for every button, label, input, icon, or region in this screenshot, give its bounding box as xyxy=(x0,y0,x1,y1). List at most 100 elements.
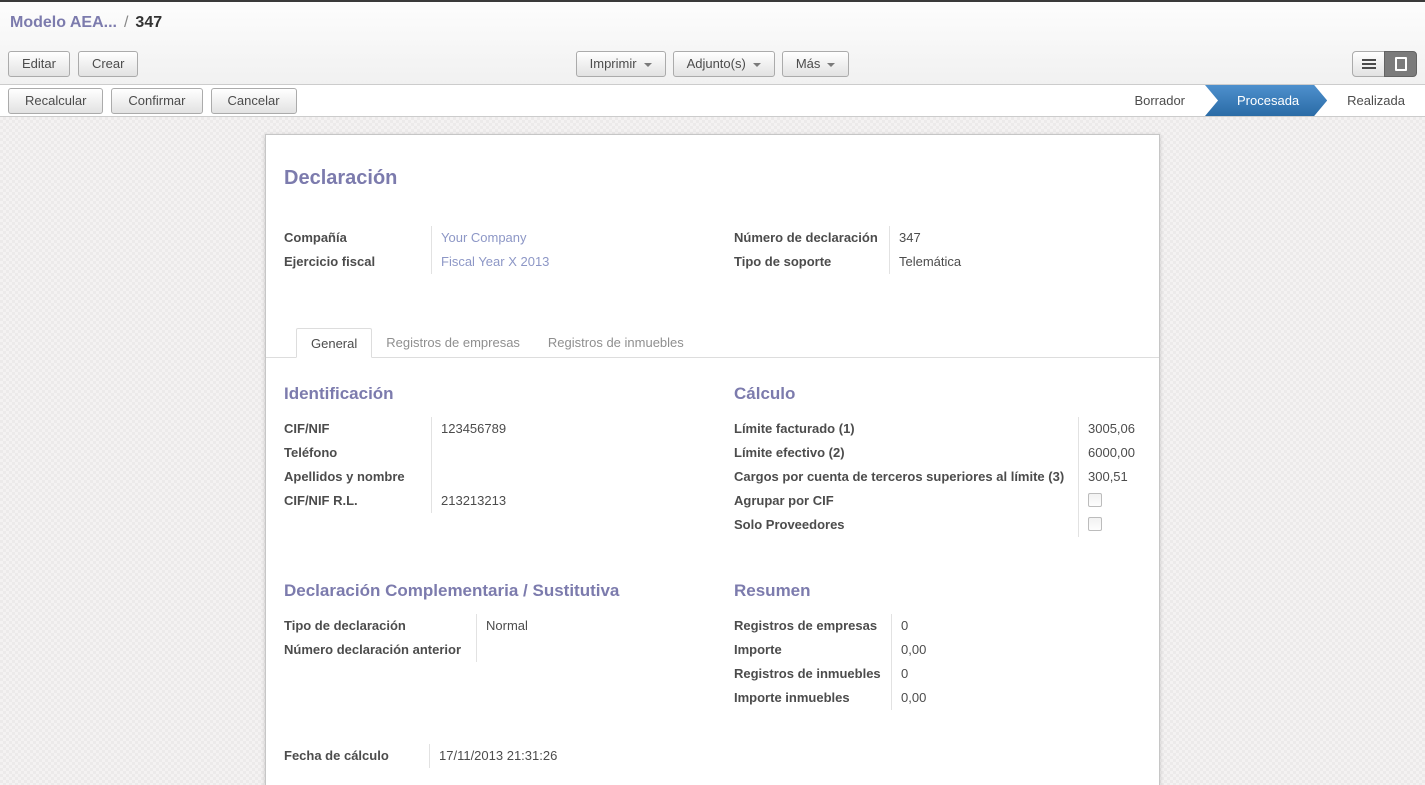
limite-efectivo-label: Límite efectivo (2) xyxy=(734,441,1078,465)
numero-anterior-label: Número declaración anterior xyxy=(284,638,476,662)
status-steps: Borrador Procesada Realizada xyxy=(1117,85,1422,116)
fiscal-year-label: Ejercicio fiscal xyxy=(284,250,431,274)
registros-inmuebles-value: 0 xyxy=(891,662,1145,686)
form-statusbar: Recalcular Confirmar Cancelar Borrador P… xyxy=(0,84,1425,117)
declaration-number-label: Número de declaración xyxy=(734,226,889,250)
cif-nif-value: 123456789 xyxy=(431,417,716,441)
tipo-declaracion-label: Tipo de declaración xyxy=(284,614,476,638)
cancel-button[interactable]: Cancelar xyxy=(211,88,297,114)
importe-value: 0,00 xyxy=(891,638,1145,662)
apellidos-nombre-value xyxy=(431,465,716,489)
importe-inmuebles-value: 0,00 xyxy=(891,686,1145,710)
support-type-label: Tipo de soporte xyxy=(734,250,889,274)
breadcrumb-separator: / xyxy=(124,14,128,32)
record-actions: Editar Crear xyxy=(8,51,576,77)
field-row-company: Compañía Your Company xyxy=(284,226,716,250)
field-row-support-type: Tipo de soporte Telemática xyxy=(734,250,1145,274)
status-step-realizada: Realizada xyxy=(1330,85,1422,116)
support-type-value: Telemática xyxy=(889,250,1145,274)
status-step-borrador: Borrador xyxy=(1117,85,1202,116)
actions-row: Editar Crear Imprimir Adjunto(s) Más xyxy=(0,44,1425,84)
form-view-button[interactable] xyxy=(1384,51,1417,77)
breadcrumb: Modelo AEA... / 347 xyxy=(0,2,1425,44)
field-row-registros-empresas: Registros de empresas 0 xyxy=(734,614,1145,638)
field-row-telefono: Teléfono xyxy=(284,441,716,465)
declaration-number-value: 347 xyxy=(889,226,1145,250)
field-row-registros-inmuebles: Registros de inmuebles 0 xyxy=(734,662,1145,686)
attachments-dropdown-button[interactable]: Adjunto(s) xyxy=(673,51,775,77)
cif-nif-rl-label: CIF/NIF R.L. xyxy=(284,489,431,513)
field-row-fiscal-year: Ejercicio fiscal Fiscal Year X 2013 xyxy=(284,250,716,274)
complementaria-title: Declaración Complementaria / Sustitutiva xyxy=(284,581,716,601)
importe-label: Importe xyxy=(734,638,891,662)
cif-nif-label: CIF/NIF xyxy=(284,417,431,441)
content-area: Declaración Compañía Your Company Ejerci… xyxy=(0,117,1425,785)
confirm-button[interactable]: Confirmar xyxy=(111,88,202,114)
more-dropdown-button[interactable]: Más xyxy=(782,51,850,77)
numero-anterior-value xyxy=(476,638,716,662)
chevron-down-icon xyxy=(644,63,652,67)
field-row-importe-inmuebles: Importe inmuebles 0,00 xyxy=(734,686,1145,710)
field-row-agrupar-por-cif: Agrupar por CIF xyxy=(734,489,1145,513)
importe-inmuebles-label: Importe inmuebles xyxy=(734,686,891,710)
limite-efectivo-value: 6000,00 xyxy=(1078,441,1145,465)
form-sheet: Declaración Compañía Your Company Ejerci… xyxy=(265,134,1160,785)
workflow-buttons: Recalcular Confirmar Cancelar xyxy=(8,88,297,114)
registros-empresas-value: 0 xyxy=(891,614,1145,638)
limite-facturado-label: Límite facturado (1) xyxy=(734,417,1078,441)
agrupar-por-cif-cell xyxy=(1078,489,1145,513)
screen: Modelo AEA... / 347 Editar Crear Imprimi… xyxy=(0,0,1425,785)
top-field-groups: Compañía Your Company Ejercicio fiscal F… xyxy=(284,226,1143,274)
list-view-button[interactable] xyxy=(1352,51,1385,77)
section-complementaria: Declaración Complementaria / Sustitutiva… xyxy=(284,581,716,662)
print-label: Imprimir xyxy=(590,56,637,71)
tab-registros-de-empresas[interactable]: Registros de empresas xyxy=(372,328,534,358)
form-icon xyxy=(1395,57,1407,71)
section-identificacion: Identificación CIF/NIF 123456789 Teléfon… xyxy=(284,384,716,513)
field-row-limite-efectivo: Límite efectivo (2) 6000,00 xyxy=(734,441,1145,465)
cargos-terceros-label: Cargos por cuenta de terceros superiores… xyxy=(734,465,1078,489)
notebook: General Registros de empresas Registros … xyxy=(284,328,1143,358)
sheet-title: Declaración xyxy=(284,167,1143,190)
tab-general[interactable]: General xyxy=(296,328,372,358)
field-row-cif-nif-rl: CIF/NIF R.L. 213213213 xyxy=(284,489,716,513)
field-row-limite-facturado: Límite facturado (1) 3005,06 xyxy=(734,417,1145,441)
limite-facturado-value: 3005,06 xyxy=(1078,417,1145,441)
field-row-solo-proveedores: Solo Proveedores xyxy=(734,513,1145,537)
agrupar-por-cif-checkbox[interactable] xyxy=(1088,493,1102,507)
tab-page-general: Identificación CIF/NIF 123456789 Teléfon… xyxy=(284,384,1143,710)
solo-proveedores-label: Solo Proveedores xyxy=(734,513,1078,537)
fiscal-year-value-link[interactable]: Fiscal Year X 2013 xyxy=(431,250,716,274)
tab-registros-de-inmuebles[interactable]: Registros de inmuebles xyxy=(534,328,698,358)
chevron-down-icon xyxy=(753,63,761,67)
solo-proveedores-checkbox[interactable] xyxy=(1088,517,1102,531)
field-row-cif-nif: CIF/NIF 123456789 xyxy=(284,417,716,441)
field-row-numero-anterior: Número declaración anterior xyxy=(284,638,716,662)
company-label: Compañía xyxy=(284,226,431,250)
field-row-apellidos-nombre: Apellidos y nombre xyxy=(284,465,716,489)
tipo-declaracion-value: Normal xyxy=(476,614,716,638)
more-label: Más xyxy=(796,56,821,71)
list-icon xyxy=(1362,59,1376,69)
fecha-calculo-value: 17/11/2013 21:31:26 xyxy=(429,744,716,768)
field-row-fecha-calculo: Fecha de cálculo 17/11/2013 21:31:26 xyxy=(284,744,716,768)
create-button[interactable]: Crear xyxy=(78,51,139,77)
agrupar-por-cif-label: Agrupar por CIF xyxy=(734,489,1078,513)
chevron-down-icon xyxy=(827,63,835,67)
breadcrumb-current: 347 xyxy=(135,14,162,32)
company-value-link[interactable]: Your Company xyxy=(431,226,716,250)
field-row-importe: Importe 0,00 xyxy=(734,638,1145,662)
cif-nif-rl-value: 213213213 xyxy=(431,489,716,513)
solo-proveedores-cell xyxy=(1078,513,1145,537)
cargos-terceros-value: 300,51 xyxy=(1078,465,1145,489)
breadcrumb-parent-link[interactable]: Modelo AEA... xyxy=(10,14,117,32)
field-row-cargos-terceros: Cargos por cuenta de terceros superiores… xyxy=(734,465,1145,489)
print-dropdown-button[interactable]: Imprimir xyxy=(576,51,666,77)
telefono-value xyxy=(431,441,716,465)
edit-button[interactable]: Editar xyxy=(8,51,70,77)
field-row-declaration-number: Número de declaración 347 xyxy=(734,226,1145,250)
recalculate-button[interactable]: Recalcular xyxy=(8,88,103,114)
calculo-title: Cálculo xyxy=(734,384,1145,404)
telefono-label: Teléfono xyxy=(284,441,431,465)
tab-bar: General Registros de empresas Registros … xyxy=(266,328,1159,358)
